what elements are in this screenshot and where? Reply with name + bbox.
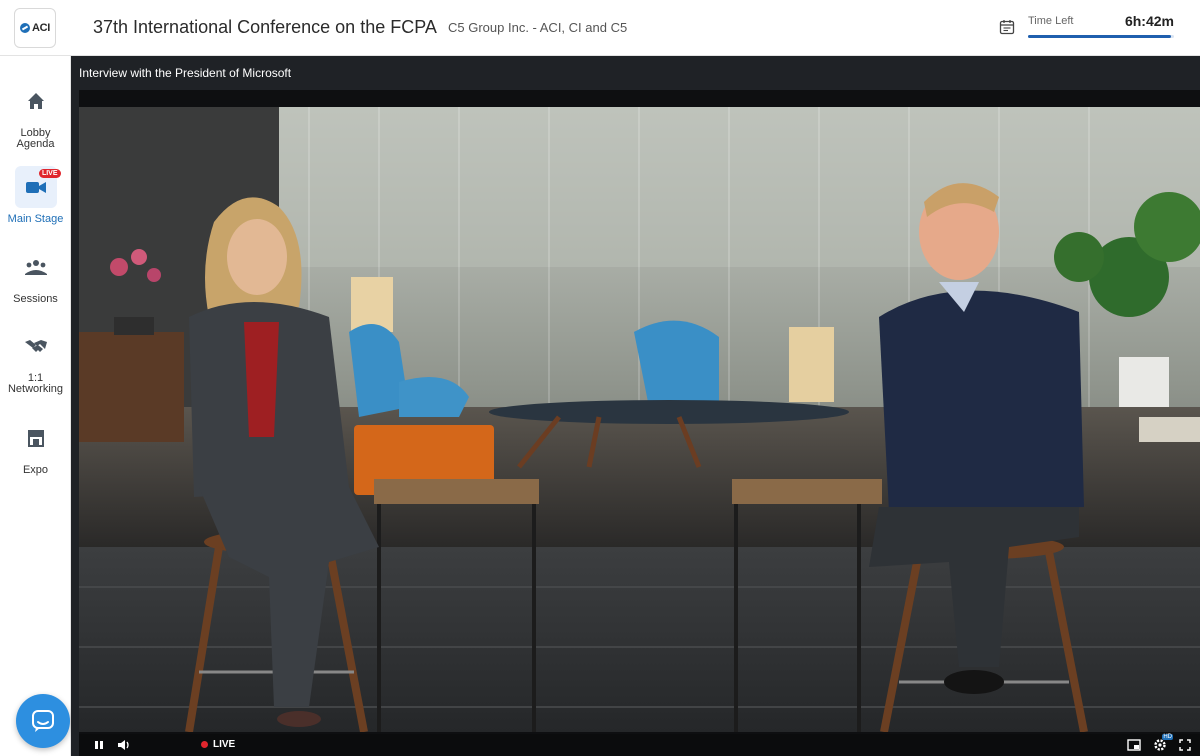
live-indicator[interactable]: LIVE: [201, 739, 235, 750]
sidebar-item-sessions[interactable]: Sessions: [0, 246, 71, 305]
volume-icon: [118, 740, 129, 750]
volume-button[interactable]: [115, 737, 133, 753]
pause-button[interactable]: [91, 737, 107, 753]
player-control-bar: LIVE HD: [79, 734, 1200, 756]
handshake-icon: [15, 325, 57, 367]
sidebar-item-expo[interactable]: Expo: [0, 417, 71, 476]
fullscreen-button[interactable]: [1177, 737, 1193, 753]
top-header: ACI 37th International Conference on the…: [0, 0, 1200, 56]
sidebar-item-main-stage[interactable]: LIVE Main Stage: [0, 166, 71, 225]
event-title: 37th International Conference on the FCP…: [93, 17, 437, 37]
fullscreen-icon: [1179, 739, 1191, 751]
video-camera-icon: LIVE: [14, 166, 61, 208]
logo-mark-icon: [19, 23, 30, 33]
sidebar-item-label: Expo: [22, 464, 49, 476]
live-dot-icon: [201, 741, 208, 748]
time-left-label: Time Left: [1028, 15, 1074, 27]
session-title: Interview with the President of Microsof…: [79, 66, 292, 80]
settings-button[interactable]: HD: [1151, 734, 1173, 753]
aci-logo[interactable]: ACI: [14, 8, 56, 48]
sidebar-item-label: Lobby Agenda: [16, 127, 55, 150]
live-label: LIVE: [213, 739, 236, 750]
group-icon: [15, 246, 57, 288]
chat-button[interactable]: [16, 694, 70, 748]
time-left-progress: [1028, 35, 1174, 38]
sidebar-item-label: Sessions: [13, 293, 58, 305]
video-player[interactable]: LIVE HD: [79, 90, 1200, 756]
settings-icon: [1154, 739, 1166, 751]
time-left-progress-fill: [1028, 35, 1172, 38]
organizer-name: C5 Group Inc. - ACI, CI and C5: [448, 20, 628, 35]
sidebar-item-lobby-agenda[interactable]: Lobby Agenda: [0, 80, 71, 150]
calendar-icon: [999, 20, 1015, 35]
time-left-value: 6h:42m: [1124, 13, 1174, 29]
live-badge: LIVE: [38, 169, 61, 178]
picture-in-picture-button[interactable]: [1125, 737, 1143, 753]
sidebar-nav: Lobby Agenda LIVE Main Stage Sessions 1:…: [0, 56, 71, 756]
video-frame: [79, 107, 1200, 732]
sidebar-item-networking[interactable]: 1:1 Networking: [0, 325, 71, 395]
storefront-icon: [15, 417, 57, 459]
home-icon: [15, 80, 57, 122]
pause-icon: [95, 741, 103, 749]
chat-bubble-icon: [32, 710, 54, 732]
logo-text: ACI: [31, 22, 51, 34]
hd-badge: HD: [1162, 734, 1173, 740]
main-stage: Interview with the President of Microsof…: [71, 56, 1200, 756]
picture-in-picture-icon: [1127, 739, 1141, 751]
sidebar-item-label: 1:1 Networking: [7, 372, 64, 395]
sidebar-item-label: Main Stage: [7, 213, 64, 225]
